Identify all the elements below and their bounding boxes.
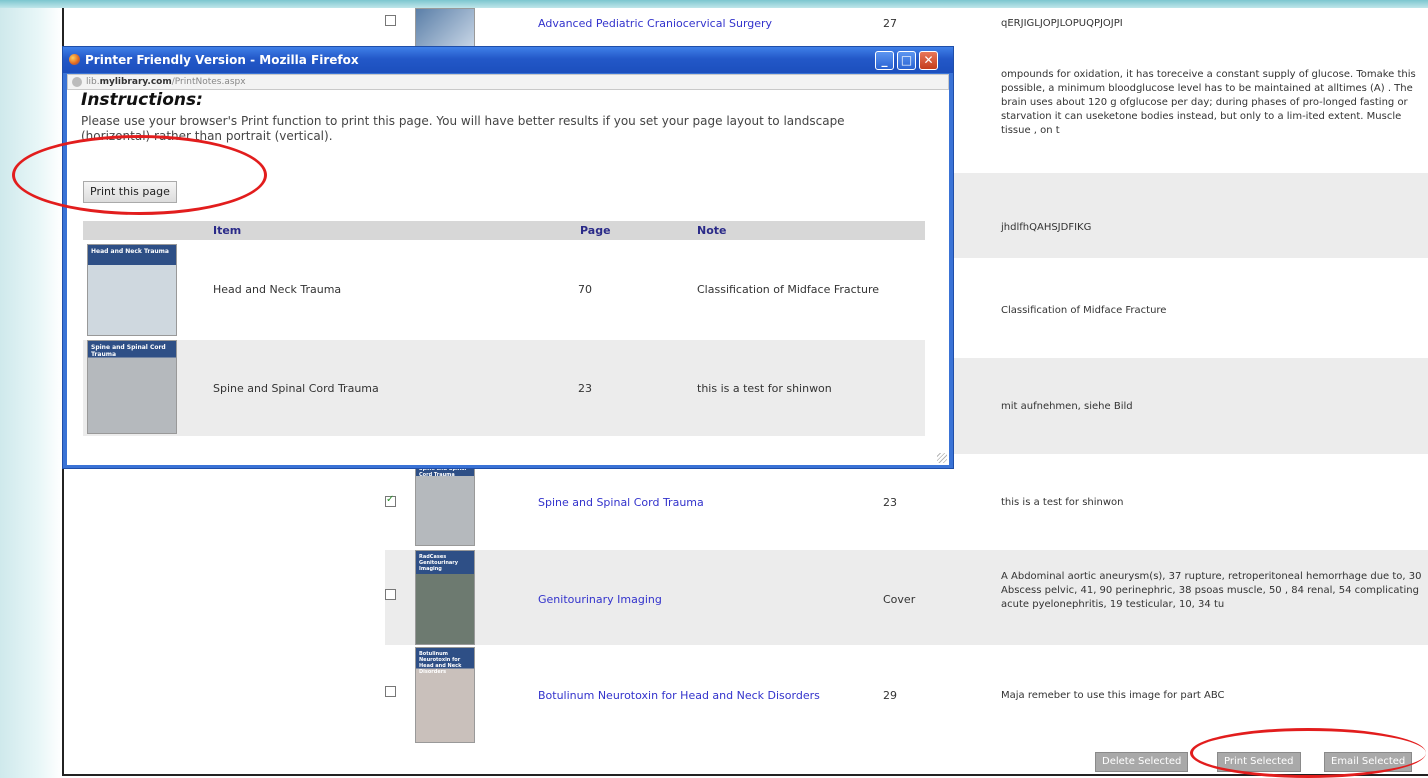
url-text: lib.mylibrary.com/PrintNotes.aspx bbox=[86, 77, 246, 87]
page-number: 27 bbox=[883, 17, 897, 30]
book-title-link[interactable]: Botulinum Neurotoxin for Head and Neck D… bbox=[538, 689, 820, 702]
minimize-icon[interactable]: _ bbox=[875, 51, 894, 70]
page-number: 23 bbox=[883, 496, 897, 509]
column-header-note: Note bbox=[697, 224, 727, 237]
book-title-link[interactable]: Advanced Pediatric Craniocervical Surger… bbox=[538, 17, 772, 30]
window-titlebar[interactable]: Printer Friendly Version - Mozilla Firef… bbox=[63, 47, 953, 73]
item-title: Head and Neck Trauma bbox=[213, 283, 342, 296]
printer-friendly-window: Printer Friendly Version - Mozilla Firef… bbox=[62, 46, 954, 469]
table-row: Spine and Spinal Cord Trauma Spine and S… bbox=[83, 340, 925, 436]
slide-background bbox=[0, 0, 62, 778]
column-header-page: Page bbox=[580, 224, 611, 237]
row-checkbox[interactable] bbox=[385, 15, 396, 26]
book-cover-thumbnail: Botulinum Neurotoxin for Head and Neck D… bbox=[415, 647, 475, 743]
notes-table-header: Item Page Note bbox=[83, 221, 925, 240]
page-number: 23 bbox=[578, 382, 592, 395]
delete-selected-button[interactable]: Delete Selected bbox=[1095, 752, 1189, 772]
page-number: 70 bbox=[578, 283, 592, 296]
note-text: qERJIGLJOPJLOPUQPJOJPI bbox=[1001, 18, 1123, 29]
page-number: Cover bbox=[883, 593, 916, 606]
book-cover-thumbnail: Spine and Spinal Cord Trauma bbox=[415, 462, 475, 546]
address-bar[interactable]: lib.mylibrary.com/PrintNotes.aspx bbox=[67, 74, 949, 90]
column-header-item: Item bbox=[213, 224, 242, 237]
page-number: 29 bbox=[883, 689, 897, 702]
note-text: Maja remeber to use this image for part … bbox=[1001, 690, 1225, 701]
row-checkbox[interactable] bbox=[385, 494, 396, 507]
note-text: Classification of Midface Fracture bbox=[1001, 305, 1167, 316]
table-row: Advanced Pediatric Craniocervical Surger… bbox=[385, 8, 1428, 48]
firefox-icon bbox=[69, 54, 80, 65]
row-checkbox[interactable] bbox=[385, 686, 396, 697]
slide-top-band bbox=[0, 0, 1428, 8]
note-text: this is a test for shinwon bbox=[1001, 497, 1124, 508]
note-text: A Abdominal aortic aneurysm(s), 37 ruptu… bbox=[1001, 571, 1422, 610]
book-cover-thumbnail bbox=[415, 8, 475, 48]
table-row: Head and Neck Trauma Head and Neck Traum… bbox=[83, 240, 925, 340]
site-identity-icon bbox=[72, 77, 82, 87]
table-row: RadCases Genitourinary Imaging Genitouri… bbox=[385, 550, 1428, 645]
book-cover-thumbnail: Spine and Spinal Cord Trauma bbox=[87, 340, 177, 434]
annotation-highlight-print-button bbox=[12, 135, 267, 215]
window-title: Printer Friendly Version - Mozilla Firef… bbox=[85, 53, 359, 67]
resize-grip-icon[interactable] bbox=[937, 453, 947, 463]
close-icon[interactable]: ✕ bbox=[919, 51, 938, 70]
note-text: ompounds for oxidation, it has toreceive… bbox=[1001, 69, 1416, 136]
book-cover-thumbnail: Head and Neck Trauma bbox=[87, 244, 177, 336]
book-title-link[interactable]: Genitourinary Imaging bbox=[538, 593, 662, 606]
maximize-icon[interactable]: □ bbox=[897, 51, 916, 70]
note-text: Classification of Midface Fracture bbox=[697, 283, 880, 296]
row-checkbox[interactable] bbox=[385, 589, 396, 600]
book-cover-thumbnail: RadCases Genitourinary Imaging bbox=[415, 550, 475, 645]
annotation-highlight-print-selected bbox=[1190, 728, 1426, 778]
item-title: Spine and Spinal Cord Trauma bbox=[213, 382, 379, 395]
note-text: this is a test for shinwon bbox=[697, 382, 832, 395]
book-title-link[interactable]: Spine and Spinal Cord Trauma bbox=[538, 496, 704, 509]
note-text: jhdlfhQAHSJDFIKG bbox=[1001, 222, 1092, 233]
instructions-heading: Instructions: bbox=[81, 90, 203, 110]
note-text: mit aufnehmen, siehe Bild bbox=[1001, 401, 1133, 412]
